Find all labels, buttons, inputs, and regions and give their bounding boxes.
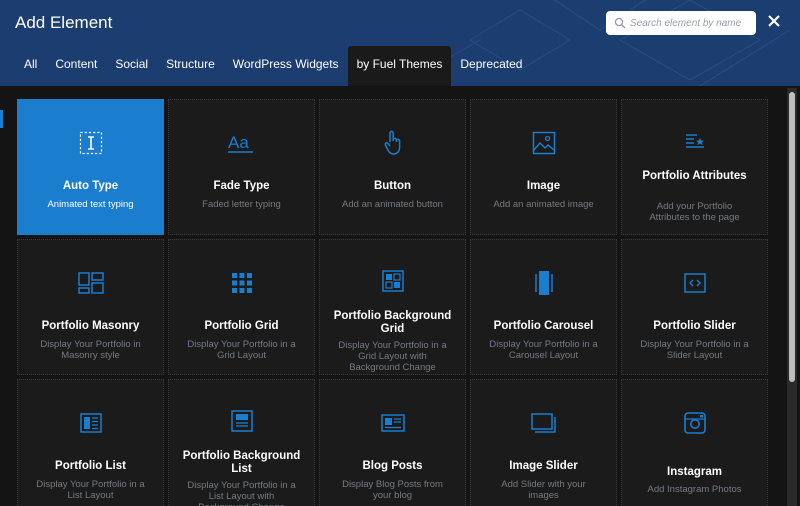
tab-by-fuel-themes[interactable]: by Fuel Themes	[347, 46, 452, 86]
element-portfolio-masonry[interactable]: Portfolio Masonry Display Your Portfolio…	[17, 239, 164, 375]
element-description: Display Your Portfolio in a Carousel Lay…	[489, 339, 598, 361]
element-name: Portfolio Slider	[653, 320, 736, 332]
element-fade-type[interactable]: Aa Fade Type Faded letter typing	[168, 99, 315, 235]
element-auto-type[interactable]: Auto Type Animated text typing	[17, 99, 164, 235]
element-description: Display Your Portfolio in Masonry style	[40, 339, 141, 361]
elements-grid: Auto Type Animated text typing Aa Fade T…	[15, 98, 771, 506]
text-cursor-icon	[18, 128, 163, 158]
search-input[interactable]	[630, 11, 752, 35]
svg-text:Aa: Aa	[228, 133, 249, 152]
instagram-icon	[622, 408, 767, 438]
element-name: Portfolio Masonry	[41, 320, 140, 332]
element-name: Portfolio Background Grid	[333, 310, 452, 335]
tab-deprecated[interactable]: Deprecated	[451, 46, 531, 86]
grid-icon	[169, 268, 314, 298]
tab-bar: All Content Social Structure WordPress W…	[14, 46, 531, 86]
element-blog-posts[interactable]: Blog Posts Display Blog Posts from your …	[319, 379, 466, 506]
element-name: Button	[373, 180, 412, 192]
element-portfolio-attributes[interactable]: Portfolio Attributes Add your Portfolio …	[621, 99, 768, 235]
element-name: Instagram	[667, 466, 722, 478]
element-description: Animated text typing	[47, 199, 134, 210]
list-star-icon	[622, 126, 767, 156]
image-slider-icon	[471, 408, 616, 438]
slider-code-icon	[622, 268, 767, 298]
list-layout-icon	[18, 408, 163, 438]
close-icon[interactable]	[764, 11, 784, 31]
background-list-icon	[169, 406, 314, 436]
element-image[interactable]: Image Add an animated image	[470, 99, 617, 235]
tab-social[interactable]: Social	[106, 46, 157, 86]
tab-content[interactable]: Content	[46, 46, 106, 86]
element-name: Portfolio Attributes	[642, 170, 747, 182]
element-portfolio-background-list[interactable]: Portfolio Background List Display Your P…	[168, 379, 315, 506]
element-description: Add Slider with your images	[501, 479, 586, 501]
element-portfolio-carousel[interactable]: Portfolio Carousel Display Your Portfoli…	[470, 239, 617, 375]
element-description: Add an animated button	[342, 199, 443, 210]
element-name: Portfolio List	[55, 460, 126, 472]
element-description: Display Your Portfolio in a Grid Layout …	[338, 340, 447, 373]
element-name: Portfolio Carousel	[493, 320, 594, 332]
element-name: Auto Type	[62, 180, 119, 192]
page-edge-indicator	[0, 110, 3, 128]
dialog-header: Add Element All Content Social Structure…	[0, 0, 800, 86]
element-name: Blog Posts	[362, 460, 423, 472]
element-description: Display Your Portfolio in a Slider Layou…	[640, 339, 749, 361]
element-portfolio-list[interactable]: Portfolio List Display Your Portfolio in…	[17, 379, 164, 506]
element-name: Portfolio Grid	[204, 320, 279, 332]
element-description: Add your Portfolio Attributes to the pag…	[649, 201, 740, 223]
scrollbar-thumb[interactable]	[789, 92, 795, 382]
element-name: Fade Type	[213, 180, 270, 192]
element-button[interactable]: Button Add an animated button	[319, 99, 466, 235]
search-icon	[614, 17, 626, 29]
element-image-slider[interactable]: Image Slider Add Slider with your images	[470, 379, 617, 506]
search-box[interactable]	[606, 11, 756, 35]
element-description: Faded letter typing	[202, 199, 281, 210]
element-description: Display Blog Posts from your blog	[342, 479, 443, 501]
tab-all[interactable]: All	[14, 46, 46, 86]
element-name: Image	[526, 180, 561, 192]
image-icon	[471, 128, 616, 158]
pointer-hand-icon	[320, 128, 465, 158]
font-aa-icon: Aa	[169, 128, 314, 158]
element-description: Display Your Portfolio in a Grid Layout	[187, 339, 296, 361]
grid-scrollbar[interactable]	[787, 88, 797, 506]
masonry-icon	[18, 268, 163, 298]
element-description: Display Your Portfolio in a List Layout	[36, 479, 145, 501]
dialog-title: Add Element	[15, 13, 113, 32]
element-name: Image Slider	[509, 460, 578, 472]
elements-grid-container: Auto Type Animated text typing Aa Fade T…	[15, 98, 771, 506]
carousel-icon	[471, 268, 616, 298]
background-grid-icon	[320, 266, 465, 296]
element-description: Display Your Portfolio in a List Layout …	[187, 480, 296, 506]
element-description: Add Instagram Photos	[647, 484, 742, 495]
element-instagram[interactable]: Instagram Add Instagram Photos	[621, 379, 768, 506]
blog-posts-icon	[320, 408, 465, 438]
element-description: Add an animated image	[493, 199, 594, 210]
element-portfolio-grid[interactable]: Portfolio Grid Display Your Portfolio in…	[168, 239, 315, 375]
tab-wordpress-widgets[interactable]: WordPress Widgets	[224, 46, 348, 86]
element-portfolio-background-grid[interactable]: Portfolio Background Grid Display Your P…	[319, 239, 466, 375]
element-portfolio-slider[interactable]: Portfolio Slider Display Your Portfolio …	[621, 239, 768, 375]
tab-structure[interactable]: Structure	[157, 46, 224, 86]
element-name: Portfolio Background List	[182, 450, 301, 475]
